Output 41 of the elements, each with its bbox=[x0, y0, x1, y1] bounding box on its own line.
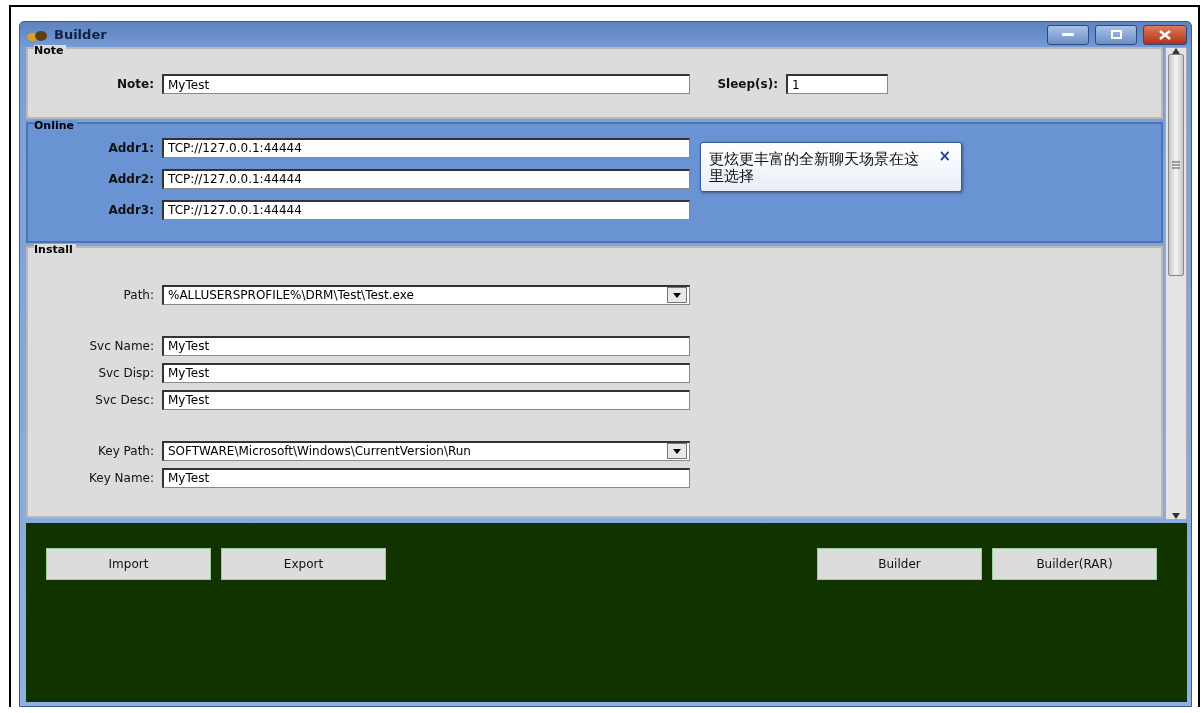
close-icon bbox=[1159, 29, 1171, 40]
scroll-down-icon[interactable] bbox=[1172, 513, 1180, 519]
close-button[interactable] bbox=[1143, 24, 1187, 45]
action-button[interactable]: Import bbox=[46, 548, 211, 580]
field-label: Svc Disp: bbox=[97, 365, 154, 380]
text-field[interactable]: MyTest bbox=[162, 335, 690, 356]
field-label: Note: bbox=[116, 77, 154, 91]
tooltip-text: 更炫更丰富的全新聊天场景在这里选择 bbox=[709, 151, 920, 185]
action-button[interactable]: Export bbox=[221, 548, 386, 580]
group-title: Note bbox=[34, 45, 67, 56]
text-field[interactable]: TCP://127.0.0.1:44444 bbox=[162, 168, 690, 189]
text-field[interactable]: MyTest bbox=[162, 362, 690, 383]
action-button[interactable]: Builder(RAR) bbox=[992, 548, 1157, 580]
field-label: Addr3: bbox=[107, 202, 154, 217]
field-label: Key Path: bbox=[97, 443, 154, 458]
scrollbar[interactable] bbox=[1165, 47, 1187, 520]
field-label: Sleep(s): bbox=[716, 77, 778, 91]
text-field[interactable]: TCP://127.0.0.1:44444 bbox=[162, 137, 690, 158]
scroll-thumb[interactable] bbox=[1168, 54, 1184, 276]
field-label: Svc Desc: bbox=[94, 392, 154, 407]
minimize-button[interactable] bbox=[1047, 24, 1089, 45]
group-title: Online bbox=[34, 120, 77, 131]
field-label: Path: bbox=[122, 287, 154, 302]
dropdown-field[interactable]: %ALLUSERSPROFILE%\DRM\Test\Test.exe bbox=[162, 284, 690, 305]
text-field[interactable]: MyTest bbox=[162, 74, 690, 94]
window-title: Builder bbox=[54, 27, 108, 42]
tooltip-close-button[interactable]: × bbox=[938, 147, 951, 165]
maximize-button[interactable] bbox=[1095, 24, 1137, 45]
text-field[interactable]: TCP://127.0.0.1:44444 bbox=[162, 199, 690, 220]
action-button[interactable]: Builder bbox=[817, 548, 982, 580]
minimize-icon bbox=[1062, 32, 1074, 37]
group-title: Install bbox=[34, 244, 76, 255]
field-label: Key Name: bbox=[88, 470, 154, 485]
text-field[interactable]: MyTest bbox=[162, 467, 690, 488]
maximize-icon bbox=[1110, 30, 1122, 39]
field-label: Addr2: bbox=[107, 171, 154, 186]
dropdown-field[interactable]: SOFTWARE\Microsoft\Windows\CurrentVersion\Run bbox=[162, 440, 690, 461]
field-label: Addr1: bbox=[107, 140, 154, 155]
text-field[interactable]: 1 bbox=[786, 74, 888, 94]
text-field[interactable]: MyTest bbox=[162, 389, 690, 410]
field-label: Svc Name: bbox=[88, 338, 154, 353]
